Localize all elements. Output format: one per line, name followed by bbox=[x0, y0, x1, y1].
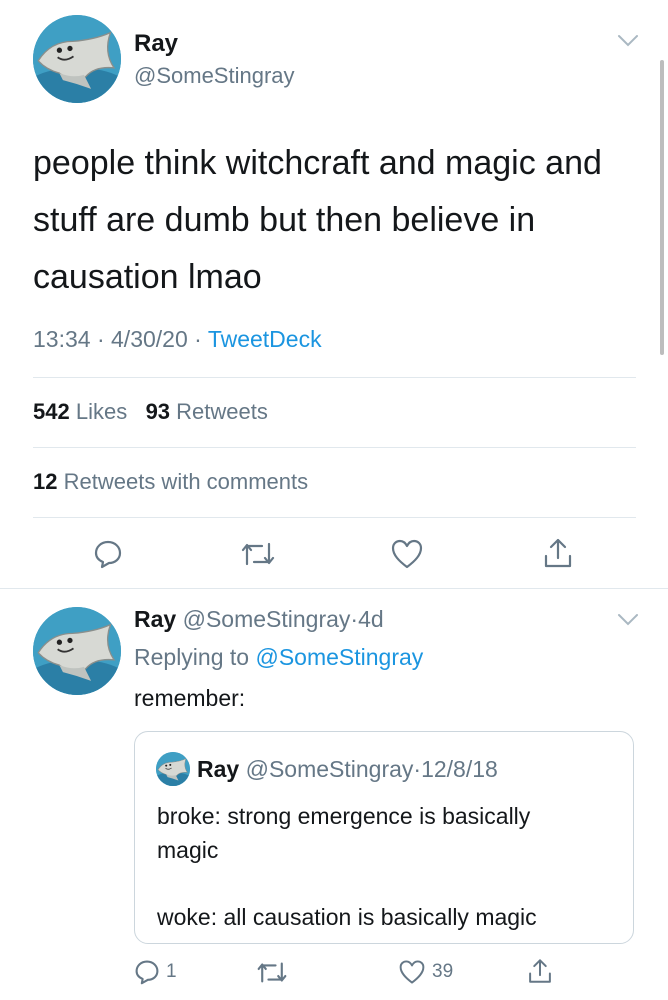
tweet-age: 4d bbox=[358, 606, 384, 632]
tweet-text-line: causation lmao bbox=[33, 258, 262, 296]
replying-label: Replying to bbox=[134, 644, 250, 670]
display-name: Ray bbox=[197, 756, 240, 782]
quoted-text-line: broke: strong emergence is basically bbox=[157, 803, 531, 829]
separator-dot: · bbox=[413, 756, 422, 782]
quoted-text: broke: strong emergence is basically mag… bbox=[157, 799, 617, 934]
replying-handle-link[interactable]: @SomeStingray bbox=[255, 644, 423, 670]
user-handle: @SomeStingray bbox=[245, 756, 414, 782]
avatar bbox=[156, 752, 190, 786]
avatar[interactable] bbox=[33, 15, 121, 103]
reply-text: remember: bbox=[134, 685, 246, 711]
quote-label: Retweets with comments bbox=[63, 469, 309, 494]
reply-action[interactable]: 1 bbox=[134, 959, 177, 985]
divider bbox=[33, 517, 636, 518]
reply-bubble-icon[interactable] bbox=[93, 539, 123, 569]
scrollbar[interactable] bbox=[660, 60, 664, 355]
likes-stat[interactable]: 542 Likes bbox=[33, 399, 133, 424]
quote-count: 12 bbox=[33, 469, 58, 494]
divider bbox=[0, 588, 668, 589]
tweet-source-link[interactable]: TweetDeck bbox=[208, 326, 322, 352]
like-count: 39 bbox=[432, 961, 454, 982]
retweet-action[interactable] bbox=[256, 960, 288, 985]
share-icon bbox=[529, 959, 551, 983]
like-action[interactable]: 39 bbox=[398, 959, 453, 985]
retweets-label: Retweets bbox=[176, 399, 268, 424]
separator-dot: · bbox=[194, 326, 202, 352]
separator-dot: · bbox=[350, 606, 359, 632]
tweet-date: 4/30/20 bbox=[111, 326, 188, 352]
quoted-text-line: woke: all causation is basically magic bbox=[157, 904, 537, 930]
replying-to: Replying to @SomeStingray bbox=[134, 644, 423, 671]
tweet-time: 13:34 bbox=[33, 326, 91, 352]
quoted-date: 12/8/18 bbox=[421, 756, 498, 782]
display-name[interactable]: Ray bbox=[134, 606, 176, 632]
tweet-text-line: people think witchcraft and magic and bbox=[33, 144, 602, 182]
chevron-down-icon[interactable] bbox=[616, 612, 640, 628]
quoted-text-line: magic bbox=[157, 837, 219, 863]
reply-header: Ray @SomeStingray·4d bbox=[134, 606, 384, 633]
heart-icon bbox=[399, 960, 425, 984]
reply-count: 1 bbox=[166, 961, 177, 982]
chevron-down-icon[interactable] bbox=[616, 33, 640, 49]
user-handle[interactable]: @SomeStingray bbox=[134, 63, 295, 89]
likes-count: 542 bbox=[33, 399, 70, 424]
share-action[interactable] bbox=[526, 957, 554, 985]
engagement-stats: 542 Likes 93 Retweets bbox=[33, 399, 268, 425]
display-name[interactable]: Ray bbox=[134, 30, 178, 58]
user-handle[interactable]: @SomeStingray bbox=[183, 606, 351, 632]
separator-dot: · bbox=[96, 326, 105, 352]
share-icon[interactable] bbox=[541, 536, 575, 570]
tweet-text: people think witchcraft and magic and st… bbox=[33, 135, 653, 306]
quoted-header: Ray @SomeStingray·12/8/18 bbox=[197, 756, 498, 783]
divider bbox=[33, 447, 636, 448]
tweet-text-line: stuff are dumb but then believe in bbox=[33, 201, 536, 239]
tweet-timestamp: 13:34 · 4/30/20 · TweetDeck bbox=[33, 326, 322, 353]
reply-bubble-icon bbox=[135, 960, 159, 985]
retweets-stat[interactable]: 93 Retweets bbox=[146, 399, 268, 424]
quote-tweets-stat[interactable]: 12 Retweets with comments bbox=[33, 469, 308, 495]
retweets-count: 93 bbox=[145, 399, 171, 424]
retweet-icon[interactable] bbox=[240, 540, 276, 568]
divider bbox=[33, 377, 636, 378]
heart-icon[interactable] bbox=[390, 538, 424, 570]
avatar[interactable] bbox=[33, 607, 121, 695]
likes-label: Likes bbox=[75, 399, 128, 424]
retweet-icon bbox=[257, 962, 287, 983]
